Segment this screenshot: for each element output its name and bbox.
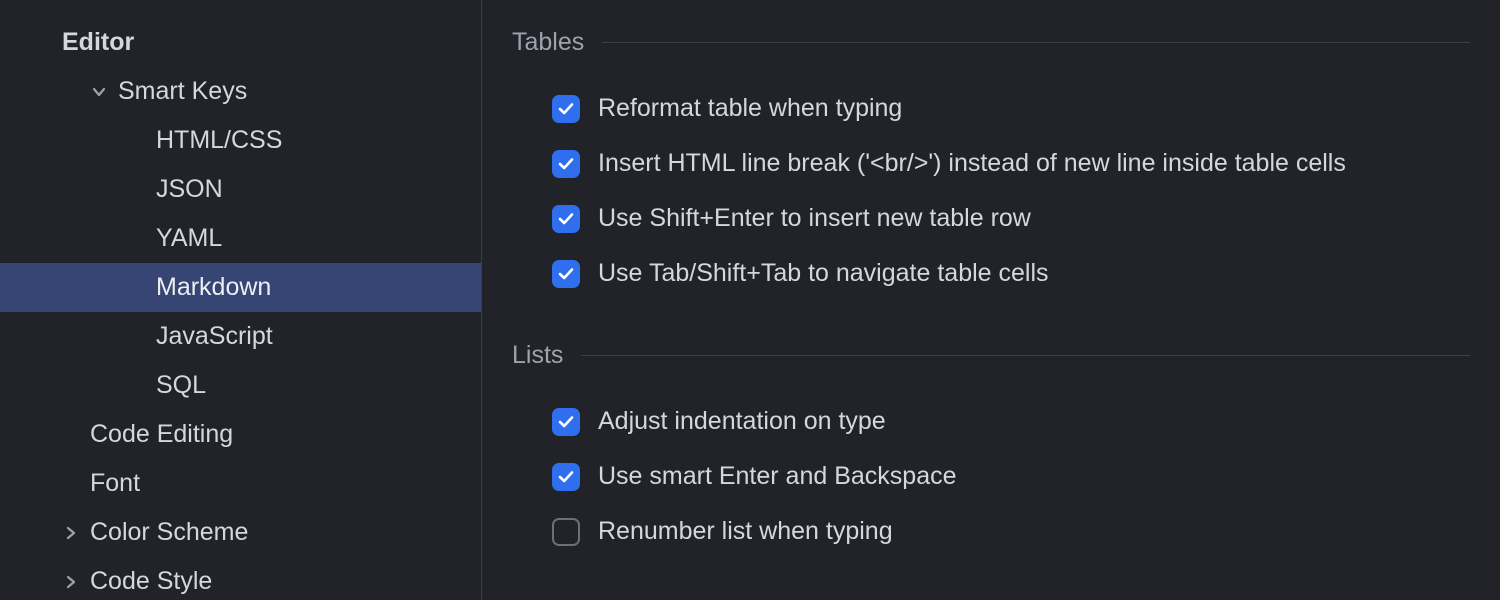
settings-layout: Editor Smart Keys HTML/CSS JSON YAML Mar… [0,0,1500,600]
sidebar-item-editor[interactable]: Editor [0,18,481,67]
checkbox-checked-icon[interactable] [552,150,580,178]
option-renumber-list[interactable]: Renumber list when typing [512,504,1470,559]
sidebar-item-label: JavaScript [156,322,273,351]
section-title: Tables [512,28,584,57]
chevron-right-icon [62,573,80,591]
checkbox-checked-icon[interactable] [552,95,580,123]
sidebar-item-json[interactable]: JSON [0,165,481,214]
sidebar-item-markdown[interactable]: Markdown [0,263,481,312]
sidebar-item-color-scheme[interactable]: Color Scheme [0,508,481,557]
sidebar-item-label: Editor [62,28,134,57]
chevron-down-icon [90,83,108,101]
chevron-right-icon [62,524,80,542]
sidebar-item-label: Font [90,469,140,498]
sidebar-item-htmlcss[interactable]: HTML/CSS [0,116,481,165]
sidebar-item-label: Markdown [156,273,271,302]
sidebar-item-sql[interactable]: SQL [0,361,481,410]
option-label: Use smart Enter and Backspace [598,462,957,491]
option-reformat-table[interactable]: Reformat table when typing [512,81,1470,136]
sidebar-item-code-style[interactable]: Code Style [0,557,481,600]
sidebar-item-label: Smart Keys [118,77,247,106]
sidebar-item-font[interactable]: Font [0,459,481,508]
checkbox-checked-icon[interactable] [552,463,580,491]
sidebar-item-smart-keys[interactable]: Smart Keys [0,67,481,116]
sidebar-item-label: HTML/CSS [156,126,282,155]
sidebar-item-label: JSON [156,175,223,204]
section-tables: Tables Reformat table when typing Insert… [512,28,1470,301]
section-divider [581,355,1470,356]
option-smart-enter-backspace[interactable]: Use smart Enter and Backspace [512,449,1470,504]
option-label: Use Tab/Shift+Tab to navigate table cell… [598,259,1049,288]
settings-sidebar: Editor Smart Keys HTML/CSS JSON YAML Mar… [0,0,482,600]
option-label: Renumber list when typing [598,517,893,546]
sidebar-item-yaml[interactable]: YAML [0,214,481,263]
section-divider [602,42,1470,43]
option-label: Adjust indentation on type [598,407,886,436]
section-header: Lists [512,341,1470,370]
section-header: Tables [512,28,1470,57]
sidebar-item-label: Code Style [90,567,212,596]
sidebar-item-label: Color Scheme [90,518,248,547]
checkbox-checked-icon[interactable] [552,260,580,288]
option-shift-enter-row[interactable]: Use Shift+Enter to insert new table row [512,191,1470,246]
sidebar-item-label: Code Editing [90,420,233,449]
checkbox-checked-icon[interactable] [552,205,580,233]
option-tab-navigation[interactable]: Use Tab/Shift+Tab to navigate table cell… [512,246,1470,301]
option-label: Reformat table when typing [598,94,902,123]
option-adjust-indent[interactable]: Adjust indentation on type [512,394,1470,449]
sidebar-item-code-editing[interactable]: Code Editing [0,410,481,459]
option-insert-br[interactable]: Insert HTML line break ('<br/>') instead… [512,136,1470,191]
option-label: Use Shift+Enter to insert new table row [598,204,1031,233]
option-label: Insert HTML line break ('<br/>') instead… [598,149,1346,178]
sidebar-item-javascript[interactable]: JavaScript [0,312,481,361]
section-lists: Lists Adjust indentation on type Use sma… [512,341,1470,559]
section-title: Lists [512,341,563,370]
sidebar-item-label: YAML [156,224,222,253]
checkbox-unchecked-icon[interactable] [552,518,580,546]
checkbox-checked-icon[interactable] [552,408,580,436]
sidebar-item-label: SQL [156,371,206,400]
settings-detail-panel: Tables Reformat table when typing Insert… [482,0,1500,600]
